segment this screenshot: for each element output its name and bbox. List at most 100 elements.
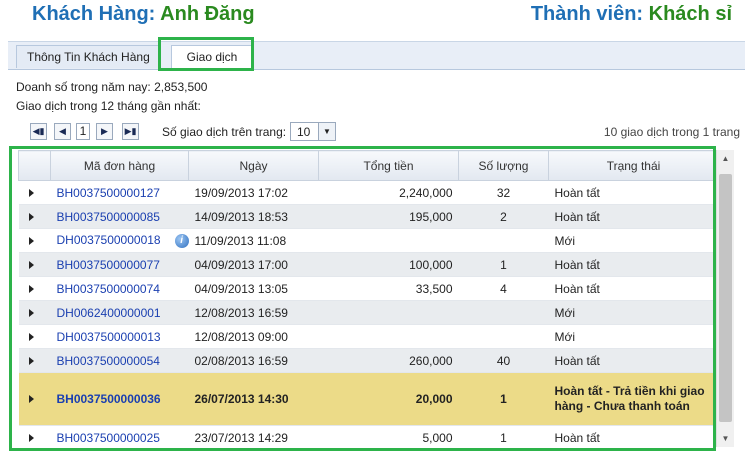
status-cell: Hoàn tất — [548, 348, 719, 373]
grid-header-expander — [18, 150, 51, 181]
scroll-down-icon[interactable]: ▼ — [717, 430, 734, 447]
scroll-thumb[interactable] — [719, 174, 732, 422]
tab-bar: Thông Tin Khách Hàng Giao dịch — [8, 41, 745, 70]
total-cell: 5,000 — [318, 425, 459, 449]
qty-cell: 2 — [458, 204, 549, 229]
status-cell: Mới — [548, 324, 719, 349]
member-label: Thành viên: — [530, 3, 644, 25]
info-icon[interactable]: i — [174, 233, 189, 248]
column-header-status[interactable]: Trạng thái — [548, 150, 719, 181]
order-link[interactable]: BH0037500000085 — [57, 210, 160, 224]
next-page-button[interactable]: ▶ — [96, 123, 113, 140]
title-bar: Khách Hàng: Anh Đăng Thành viên: Khách s… — [0, 0, 750, 34]
date-cell: 04/09/2013 17:00 — [188, 252, 319, 277]
table-row[interactable]: BH0037500000127 19/09/2013 17:02 2,240,0… — [18, 180, 719, 205]
table-row[interactable]: DH0062400000001 12/08/2013 16:59 Mới — [18, 300, 719, 325]
order-link[interactable]: DH0062400000001 — [57, 306, 161, 320]
date-cell: 04/09/2013 13:05 — [188, 276, 319, 301]
scroll-up-icon[interactable]: ▲ — [717, 150, 734, 167]
table-row[interactable]: BH0037500000054 02/08/2013 16:59 260,000… — [18, 348, 719, 373]
expand-arrow-icon[interactable] — [18, 204, 51, 229]
table-row[interactable]: DH0037500000013 12/08/2013 09:00 Mới — [18, 324, 719, 349]
customer-label: Khách Hàng: — [32, 3, 156, 25]
expand-arrow-icon[interactable] — [18, 276, 51, 301]
expand-arrow-icon[interactable] — [18, 228, 51, 253]
page-number-field[interactable]: 1 — [76, 123, 90, 140]
total-cell: 100,000 — [318, 252, 459, 277]
total-cell: 2,240,000 — [318, 180, 459, 205]
tab-transactions[interactable]: Giao dịch — [171, 45, 253, 70]
order-link[interactable]: BH0037500000127 — [57, 186, 160, 200]
status-cell: Hoàn tất — [548, 204, 719, 229]
expand-arrow-icon[interactable] — [18, 324, 51, 349]
tab-customer-info[interactable]: Thông Tin Khách Hàng — [16, 45, 161, 68]
total-cell: 33,500 — [318, 276, 459, 301]
table-row[interactable]: DH0037500000018 i 11/09/2013 11:08 Mới — [18, 228, 719, 253]
order-link[interactable]: BH0037500000077 — [57, 258, 160, 272]
qty-cell: 1 — [458, 425, 549, 449]
status-cell: Hoàn tất — [548, 252, 719, 277]
qty-cell: 32 — [458, 180, 549, 205]
grid-header-row: Mã đơn hàng Ngày Tổng tiền Số lượng Trạn… — [18, 150, 719, 181]
qty-cell — [458, 324, 549, 349]
transactions-grid: Mã đơn hàng Ngày Tổng tiền Số lượng Trạn… — [15, 150, 731, 449]
pager: ◀▮ ◀ 1 ▶ ▶▮ Số giao dịch trên trang: 10 … — [30, 122, 745, 144]
expand-arrow-icon[interactable] — [18, 300, 51, 325]
revenue-text: Doanh số trong năm nay: 2,853,500 — [16, 80, 208, 94]
total-cell — [318, 300, 459, 325]
date-cell: 02/08/2013 16:59 — [188, 348, 319, 373]
last-page-button[interactable]: ▶▮ — [122, 123, 139, 140]
expand-arrow-icon[interactable] — [18, 180, 51, 205]
first-page-button[interactable]: ◀▮ — [30, 123, 47, 140]
qty-cell: 40 — [458, 348, 549, 373]
per-page-value: 10 — [297, 125, 311, 139]
order-link[interactable]: BH0037500000054 — [57, 354, 160, 368]
member-heading: Thành viên: Khách sỉ — [531, 3, 732, 26]
status-cell: Hoàn tất — [548, 276, 719, 301]
date-cell: 12/08/2013 09:00 — [188, 324, 319, 349]
member-value: Khách sỉ — [648, 3, 732, 25]
table-row-selected[interactable]: BH0037500000036 26/07/2013 14:30 20,000 … — [18, 372, 719, 426]
status-cell: Mới — [548, 228, 719, 253]
column-header-qty[interactable]: Số lượng — [458, 150, 549, 181]
table-row[interactable]: BH0037500000025 23/07/2013 14:29 5,000 1… — [18, 425, 719, 449]
order-link[interactable]: DH0037500000018 — [57, 233, 161, 247]
chevron-down-icon[interactable]: ▼ — [318, 123, 335, 140]
customer-heading: Khách Hàng: Anh Đăng — [32, 3, 255, 26]
qty-cell: 4 — [458, 276, 549, 301]
column-header-total[interactable]: Tổng tiền — [318, 150, 459, 181]
expand-arrow-icon[interactable] — [18, 372, 51, 426]
status-cell: Hoàn tất - Trả tiền khi giao hàng - Chưa… — [548, 372, 719, 426]
vertical-scrollbar[interactable]: ▲ ▼ — [716, 150, 734, 447]
prev-page-button[interactable]: ◀ — [54, 123, 71, 140]
total-cell: 195,000 — [318, 204, 459, 229]
expand-arrow-icon[interactable] — [18, 425, 51, 449]
total-cell: 20,000 — [318, 372, 459, 426]
table-row[interactable]: BH0037500000074 04/09/2013 13:05 33,500 … — [18, 276, 719, 301]
status-cell: Hoàn tất — [548, 425, 719, 449]
total-cell — [318, 324, 459, 349]
per-page-label: Số giao dịch trên trang: — [162, 125, 287, 139]
expand-arrow-icon[interactable] — [18, 348, 51, 373]
order-link[interactable]: BH0037500000074 — [57, 282, 160, 296]
per-page-select[interactable]: 10 ▼ — [290, 122, 336, 141]
recent-transactions-text: Giao dịch trong 12 tháng gần nhất: — [16, 99, 201, 113]
status-cell: Mới — [548, 300, 719, 325]
table-row[interactable]: BH0037500000077 04/09/2013 17:00 100,000… — [18, 252, 719, 277]
qty-cell: 1 — [458, 372, 549, 426]
qty-cell: 1 — [458, 252, 549, 277]
date-cell: 23/07/2013 14:29 — [188, 425, 319, 449]
table-row[interactable]: BH0037500000085 14/09/2013 18:53 195,000… — [18, 204, 719, 229]
qty-cell — [458, 228, 549, 253]
customer-name: Anh Đăng — [160, 3, 255, 25]
total-cell: 260,000 — [318, 348, 459, 373]
total-cell — [318, 228, 459, 253]
order-link[interactable]: DH0037500000013 — [57, 330, 161, 344]
order-link[interactable]: BH0037500000025 — [57, 431, 160, 445]
order-link[interactable]: BH0037500000036 — [57, 392, 161, 406]
column-header-date[interactable]: Ngày — [188, 150, 319, 181]
date-cell: 11/09/2013 11:08 — [188, 228, 319, 253]
column-header-order[interactable]: Mã đơn hàng — [50, 150, 189, 181]
expand-arrow-icon[interactable] — [18, 252, 51, 277]
status-cell: Hoàn tất — [548, 180, 719, 205]
